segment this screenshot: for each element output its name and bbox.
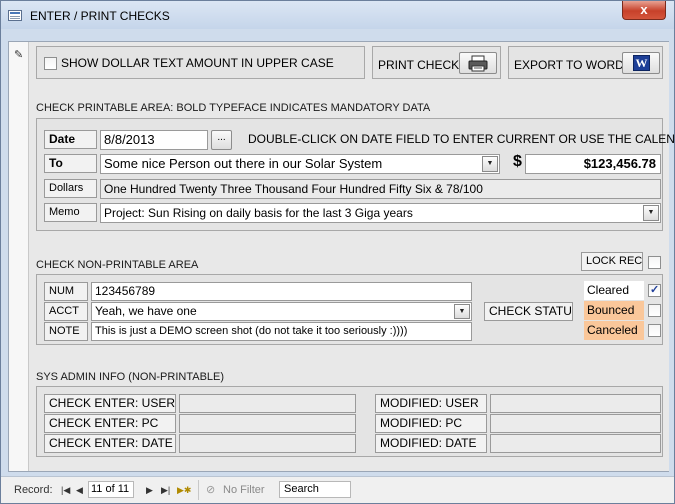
upper-case-checkbox[interactable] — [44, 57, 57, 70]
status-canceled-checkbox[interactable] — [648, 324, 661, 337]
payee-label: To — [44, 154, 97, 173]
payee-value: Some nice Person out there in our Solar … — [104, 156, 383, 171]
date-field[interactable]: 8/8/2013 — [100, 130, 208, 150]
status-canceled-label: Canceled — [584, 321, 644, 340]
print-check-box: PRINT CHECK — [372, 46, 501, 79]
export-word-label: EXPORT TO WORD — [514, 58, 624, 72]
sysadmin-heading: SYS ADMIN INFO (NON-PRINTABLE) — [36, 371, 225, 383]
check-status-label: CHECK STATUS — [484, 302, 573, 321]
status-bounced-label: Bounced — [584, 301, 644, 320]
form-window: ENTER / PRINT CHECKS x ✎ SHOW DOLLAR TEX… — [0, 0, 675, 504]
date-label: Date — [44, 130, 97, 149]
export-word-button[interactable]: W — [622, 52, 660, 74]
next-record-icon[interactable]: ▶ — [146, 485, 153, 496]
new-record-icon[interactable]: ▶✱ — [177, 485, 191, 496]
form-icon — [8, 10, 22, 21]
dollars-text-field: One Hundred Twenty Three Thousand Four H… — [100, 179, 661, 199]
num-label: NUM — [44, 282, 88, 301]
payee-combobox[interactable]: Some nice Person out there in our Solar … — [100, 154, 500, 174]
modified-user-field — [490, 394, 661, 413]
note-field[interactable]: This is just a DEMO screen shot (do not … — [91, 322, 472, 341]
check-enter-date-field — [179, 434, 356, 453]
pencil-icon: ✎ — [14, 49, 24, 61]
check-enter-user-label: CHECK ENTER: USER — [44, 394, 176, 413]
title-bar: ENTER / PRINT CHECKS x — [1, 1, 674, 29]
first-record-icon[interactable]: |◀ — [61, 485, 70, 496]
filter-icon: ⊘ — [206, 484, 216, 496]
acct-combobox[interactable]: Yeah, we have one ▼ — [91, 302, 472, 321]
window-title: ENTER / PRINT CHECKS — [30, 9, 170, 23]
upper-case-label: SHOW DOLLAR TEXT AMOUNT IN UPPER CASE — [61, 56, 334, 70]
modified-user-label: MODIFIED: USER — [375, 394, 487, 413]
chevron-down-icon[interactable]: ▼ — [454, 304, 470, 319]
lock-rec-checkbox[interactable] — [648, 256, 661, 269]
modified-pc-field — [490, 414, 661, 433]
word-icon: W — [633, 55, 650, 71]
check-enter-user-field — [179, 394, 356, 413]
chevron-down-icon[interactable]: ▼ — [482, 156, 498, 172]
check-enter-date-label: CHECK ENTER: DATE — [44, 434, 176, 453]
currency-symbol: $ — [513, 153, 522, 170]
modified-date-label: MODIFIED: DATE — [375, 434, 487, 453]
status-cleared-checkbox[interactable] — [648, 283, 661, 297]
memo-label: Memo — [44, 203, 97, 222]
num-field[interactable]: 123456789 — [91, 282, 472, 301]
lock-rec-label: LOCK REC — [581, 252, 643, 271]
upper-case-option-box: SHOW DOLLAR TEXT AMOUNT IN UPPER CASE — [36, 46, 365, 79]
dollars-label: Dollars — [44, 179, 97, 198]
printable-area-heading: CHECK PRINTABLE AREA: BOLD TYPEFACE INDI… — [36, 102, 431, 114]
modified-pc-label: MODIFIED: PC — [375, 414, 487, 433]
status-cleared-label: Cleared — [584, 281, 644, 300]
note-label: NOTE — [44, 322, 88, 341]
export-word-box: EXPORT TO WORD W — [508, 46, 663, 79]
status-bounced-checkbox[interactable] — [648, 304, 661, 317]
form-client-area: ✎ SHOW DOLLAR TEXT AMOUNT IN UPPER CASE … — [8, 41, 675, 472]
memo-value: Project: Sun Rising on daily basis for t… — [104, 206, 413, 220]
check-enter-pc-label: CHECK ENTER: PC — [44, 414, 176, 433]
divider — [198, 480, 199, 500]
record-navigation-bar: Record: |◀ ◀ 11 of 11 ▶ ▶| ▶✱ ⊘ No Filte… — [1, 476, 674, 503]
date-picker-button[interactable]: ... — [211, 130, 232, 150]
search-input[interactable]: Search — [279, 481, 351, 498]
nonprintable-area-heading: CHECK NON-PRINTABLE AREA — [36, 259, 199, 271]
memo-combobox[interactable]: Project: Sun Rising on daily basis for t… — [100, 203, 661, 223]
form-body: SHOW DOLLAR TEXT AMOUNT IN UPPER CASE PR… — [29, 42, 675, 471]
chevron-down-icon[interactable]: ▼ — [643, 205, 659, 221]
check-enter-pc-field — [179, 414, 356, 433]
acct-value: Yeah, we have one — [95, 304, 197, 318]
acct-label: ACCT — [44, 302, 88, 321]
last-record-icon[interactable]: ▶| — [161, 485, 170, 496]
previous-record-icon[interactable]: ◀ — [76, 485, 83, 496]
word-icon-glyph: W — [635, 56, 648, 70]
amount-field[interactable]: $123,456.78 — [525, 154, 661, 174]
close-button[interactable]: x — [622, 1, 666, 20]
printer-icon — [468, 55, 488, 72]
modified-date-field — [490, 434, 661, 453]
print-check-label: PRINT CHECK — [378, 58, 460, 72]
print-check-button[interactable] — [459, 52, 497, 74]
record-label: Record: — [14, 484, 53, 496]
record-position-field[interactable]: 11 of 11 — [88, 481, 134, 498]
no-filter-label[interactable]: No Filter — [223, 484, 265, 496]
date-hint: DOUBLE-CLICK ON DATE FIELD TO ENTER CURR… — [248, 132, 675, 146]
record-selector[interactable]: ✎ — [9, 42, 29, 471]
